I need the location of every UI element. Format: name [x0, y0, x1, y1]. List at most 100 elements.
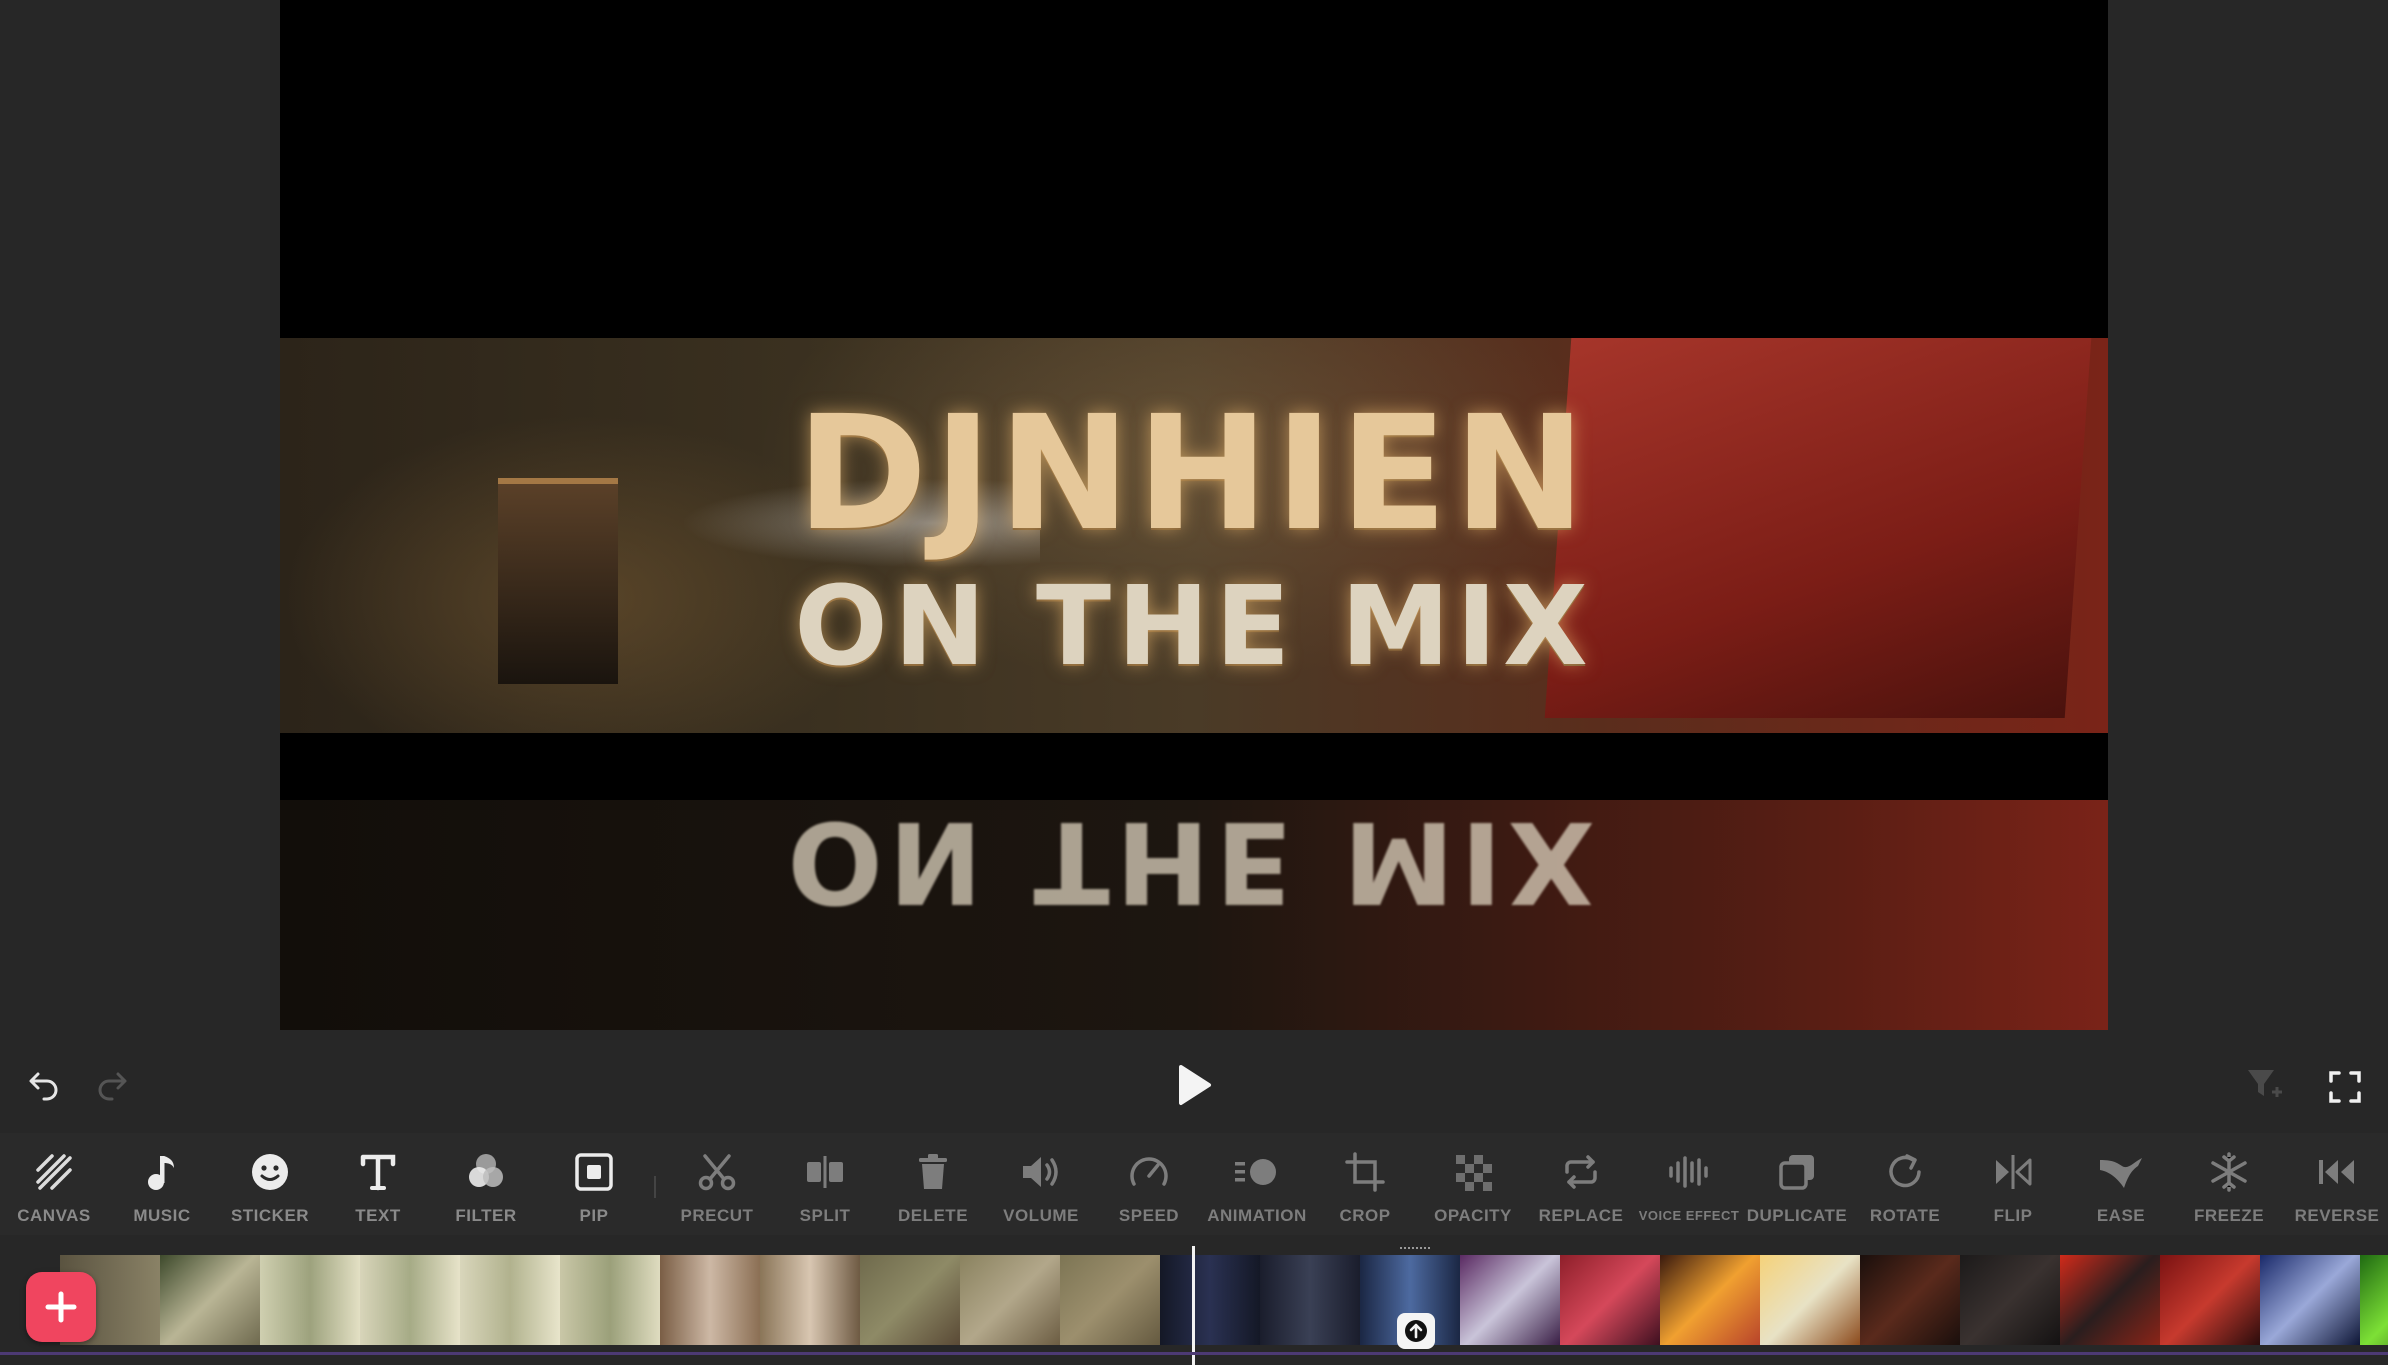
- clip-thumbnail[interactable]: [1560, 1255, 1660, 1345]
- duplicate-icon: [1777, 1150, 1817, 1194]
- filter-add-icon[interactable]: [2242, 1062, 2286, 1106]
- edit-toolbar: CANVAS MUSIC STICKER TEXT FILTER PIP PRE…: [0, 1133, 2388, 1235]
- play-icon[interactable]: [1168, 1060, 1218, 1110]
- expand-timeline-button[interactable]: [1397, 1313, 1435, 1349]
- tool-volume[interactable]: VOLUME: [987, 1133, 1095, 1235]
- crop-icon: [1345, 1150, 1385, 1194]
- fullscreen-icon[interactable]: [2320, 1062, 2370, 1112]
- tool-ease[interactable]: EASE: [2067, 1133, 2175, 1235]
- tool-speed[interactable]: SPEED: [1095, 1133, 1203, 1235]
- preview-reflection: ON THE MIX: [280, 800, 2108, 1030]
- clip-thumbnail[interactable]: [1060, 1255, 1160, 1345]
- redo-icon[interactable]: [90, 1062, 134, 1106]
- clip-thumbnail[interactable]: [560, 1255, 660, 1345]
- tool-label: VOICE EFFECT: [1638, 1208, 1740, 1223]
- clip-thumbnail[interactable]: [360, 1255, 460, 1345]
- clip-transition-marker: [1400, 1247, 1430, 1249]
- video-preview[interactable]: DJNHIEN ON THE MIX ON THE MIX: [280, 0, 2108, 1030]
- tool-filter[interactable]: FILTER: [432, 1133, 540, 1235]
- tool-label: PIP: [579, 1206, 609, 1225]
- clip-thumbnail[interactable]: [1860, 1255, 1960, 1345]
- text-icon: [360, 1150, 396, 1194]
- clip-thumbnail[interactable]: [260, 1255, 360, 1345]
- tool-label: TEXT: [355, 1206, 401, 1225]
- gauge-icon: [1128, 1150, 1170, 1194]
- tool-text[interactable]: TEXT: [324, 1133, 432, 1235]
- tool-pip[interactable]: PIP: [540, 1133, 648, 1235]
- tool-label: FLIP: [1993, 1206, 2033, 1225]
- playhead[interactable]: [1192, 1246, 1195, 1365]
- tool-canvas[interactable]: CANVAS: [0, 1133, 108, 1235]
- clip-thumbnail[interactable]: [860, 1255, 960, 1345]
- tool-reverse[interactable]: REVERSE: [2283, 1133, 2388, 1235]
- preview-title-line1: DJNHIEN: [796, 382, 1592, 566]
- waveform-icon: [1667, 1150, 1711, 1194]
- flip-icon: [1993, 1150, 2033, 1194]
- clip-thumbnail[interactable]: [2060, 1255, 2160, 1345]
- tool-label: OPACITY: [1434, 1206, 1512, 1225]
- clip-thumbnail[interactable]: [160, 1255, 260, 1345]
- clip-thumbnail[interactable]: [1660, 1255, 1760, 1345]
- plus-icon: [45, 1291, 77, 1323]
- tool-animation[interactable]: ANIMATION: [1203, 1133, 1311, 1235]
- music-note-icon: [144, 1150, 180, 1194]
- tool-label: ANIMATION: [1207, 1206, 1307, 1225]
- split-icon: [805, 1150, 845, 1194]
- tool-label: SPEED: [1118, 1206, 1180, 1225]
- tool-label: REVERSE: [2294, 1206, 2380, 1225]
- rotate-icon: [1885, 1150, 1925, 1194]
- clip-thumbnail[interactable]: [1960, 1255, 2060, 1345]
- clip-thumbnail[interactable]: [660, 1255, 760, 1345]
- volume-icon: [1019, 1150, 1063, 1194]
- trash-icon: [915, 1150, 951, 1194]
- clip-thumbnail[interactable]: [2360, 1255, 2388, 1345]
- tool-label: ROTATE: [1869, 1206, 1941, 1225]
- reverse-icon: [2316, 1150, 2358, 1194]
- tool-duplicate[interactable]: DUPLICATE: [1743, 1133, 1851, 1235]
- tool-opacity[interactable]: OPACITY: [1419, 1133, 1527, 1235]
- tool-split[interactable]: SPLIT: [771, 1133, 879, 1235]
- tool-freeze[interactable]: FREEZE: [2175, 1133, 2283, 1235]
- tool-crop[interactable]: CROP: [1311, 1133, 1419, 1235]
- tool-delete[interactable]: DELETE: [879, 1133, 987, 1235]
- pip-icon: [574, 1150, 614, 1194]
- clip-thumbnail[interactable]: [1160, 1255, 1260, 1345]
- tool-replace[interactable]: REPLACE: [1527, 1133, 1635, 1235]
- tool-label: CROP: [1339, 1206, 1391, 1225]
- track-indicator: [0, 1352, 2388, 1355]
- clip-thumbnail[interactable]: [1260, 1255, 1360, 1345]
- tool-label: STICKER: [230, 1206, 310, 1225]
- tool-precut[interactable]: PRECUT: [663, 1133, 771, 1235]
- tool-label: SPLIT: [799, 1206, 851, 1225]
- clip-strip[interactable]: [60, 1255, 2388, 1345]
- clip-thumbnail[interactable]: [1460, 1255, 1560, 1345]
- preview-title-line2: ON THE MIX: [794, 562, 1594, 690]
- add-media-button[interactable]: [26, 1272, 96, 1342]
- tool-label: DELETE: [897, 1206, 969, 1225]
- checker-icon: [1454, 1150, 1492, 1194]
- tool-flip[interactable]: FLIP: [1959, 1133, 2067, 1235]
- tool-label: EASE: [2096, 1206, 2146, 1225]
- tool-label: VOLUME: [1003, 1206, 1079, 1225]
- tool-voice-effect[interactable]: VOICE EFFECT: [1635, 1133, 1743, 1235]
- scissors-icon: [697, 1150, 737, 1194]
- tool-label: MUSIC: [133, 1206, 191, 1225]
- smiley-icon: [250, 1150, 290, 1194]
- tool-label: REPLACE: [1538, 1206, 1624, 1225]
- clip-thumbnail[interactable]: [460, 1255, 560, 1345]
- tool-sticker[interactable]: STICKER: [216, 1133, 324, 1235]
- ease-icon: [2098, 1150, 2144, 1194]
- canvas-icon: [34, 1150, 74, 1194]
- tool-rotate[interactable]: ROTATE: [1851, 1133, 1959, 1235]
- reflection-text: ON THE MIX: [787, 800, 1601, 926]
- toolbar-divider: [654, 1176, 656, 1198]
- tool-label: PRECUT: [680, 1206, 754, 1225]
- clip-thumbnail[interactable]: [1760, 1255, 1860, 1345]
- clip-thumbnail[interactable]: [2260, 1255, 2360, 1345]
- filter-icon: [465, 1150, 507, 1194]
- clip-thumbnail[interactable]: [2160, 1255, 2260, 1345]
- tool-music[interactable]: MUSIC: [108, 1133, 216, 1235]
- clip-thumbnail[interactable]: [760, 1255, 860, 1345]
- clip-thumbnail[interactable]: [960, 1255, 1060, 1345]
- undo-icon[interactable]: [22, 1062, 66, 1106]
